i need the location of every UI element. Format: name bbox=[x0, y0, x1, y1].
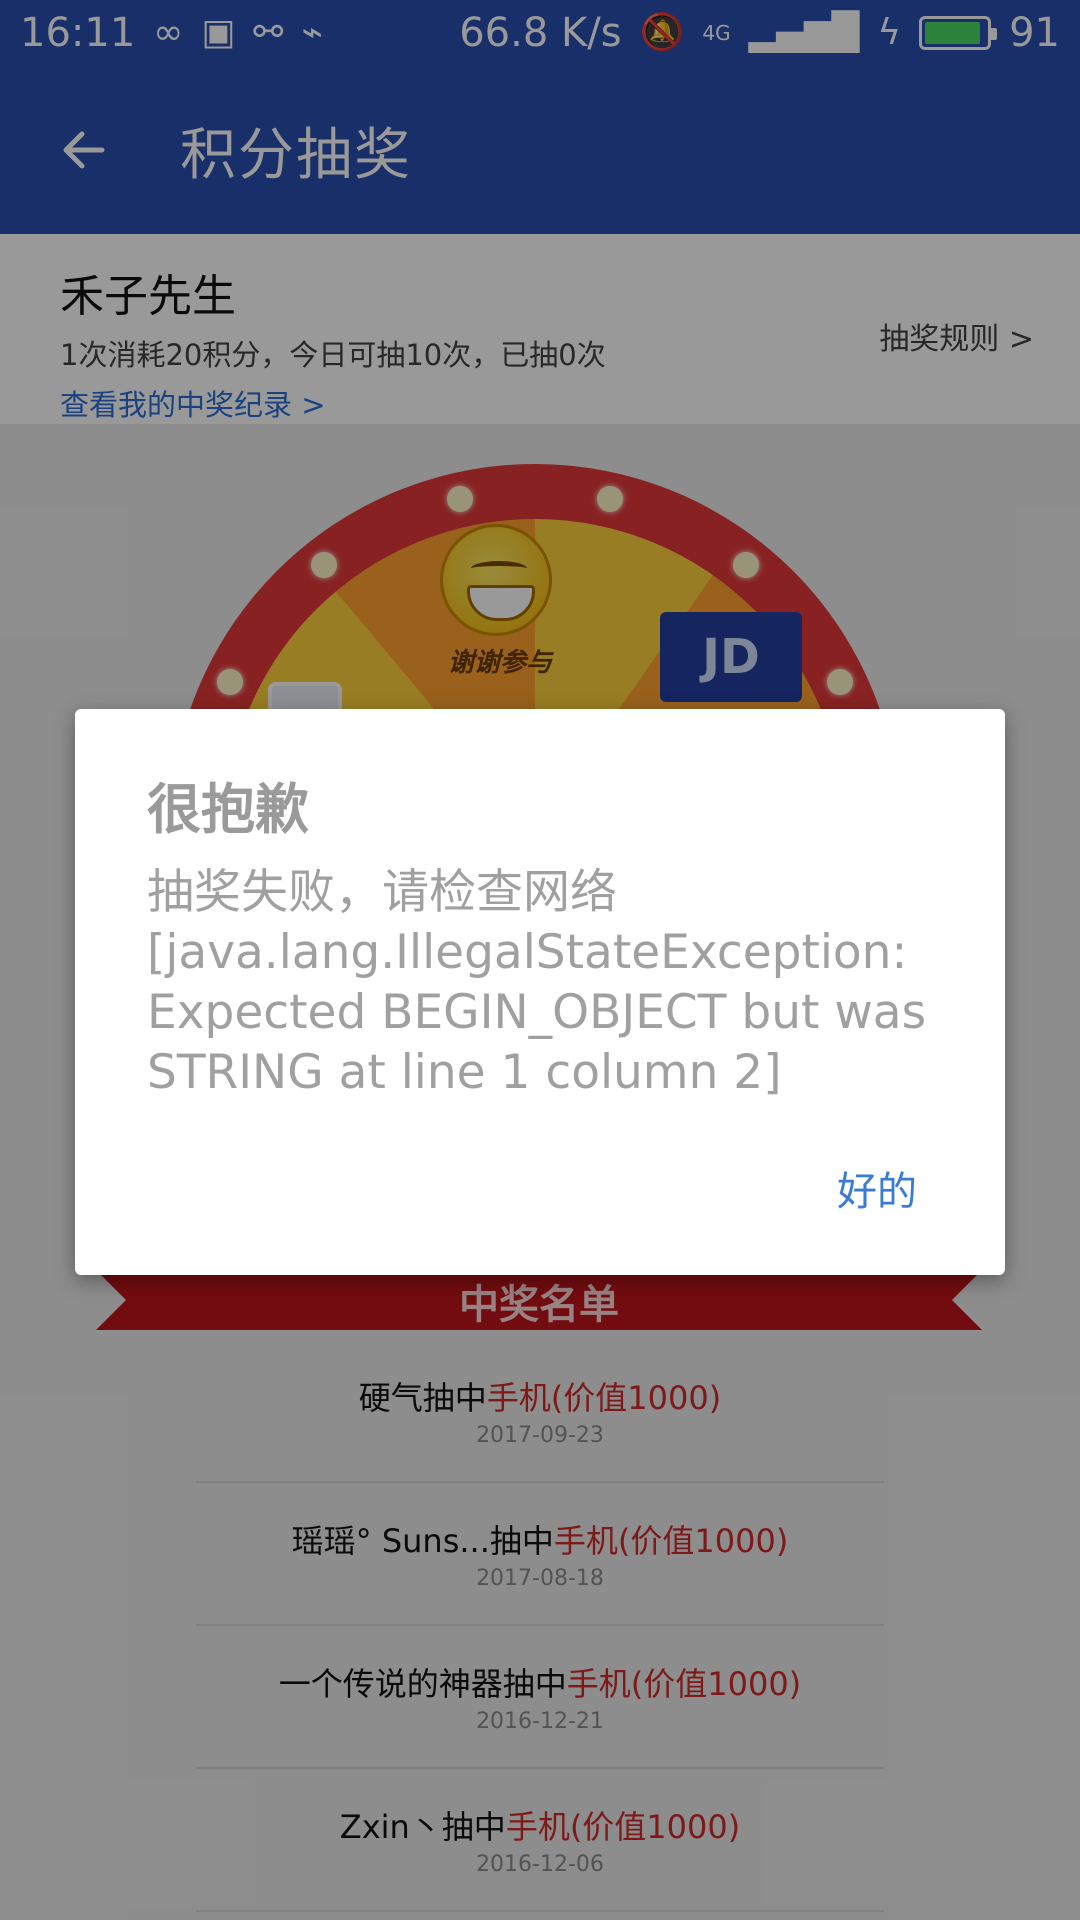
dialog-message: 抽奖失败，请检查网络 [java.lang.IllegalStateExcept… bbox=[147, 865, 927, 1100]
error-dialog: 很抱歉 抽奖失败，请检查网络 [java.lang.IllegalStateEx… bbox=[75, 709, 1005, 1275]
dialog-title: 很抱歉 bbox=[147, 778, 309, 841]
ok-button[interactable]: 好的 bbox=[837, 1159, 917, 1217]
